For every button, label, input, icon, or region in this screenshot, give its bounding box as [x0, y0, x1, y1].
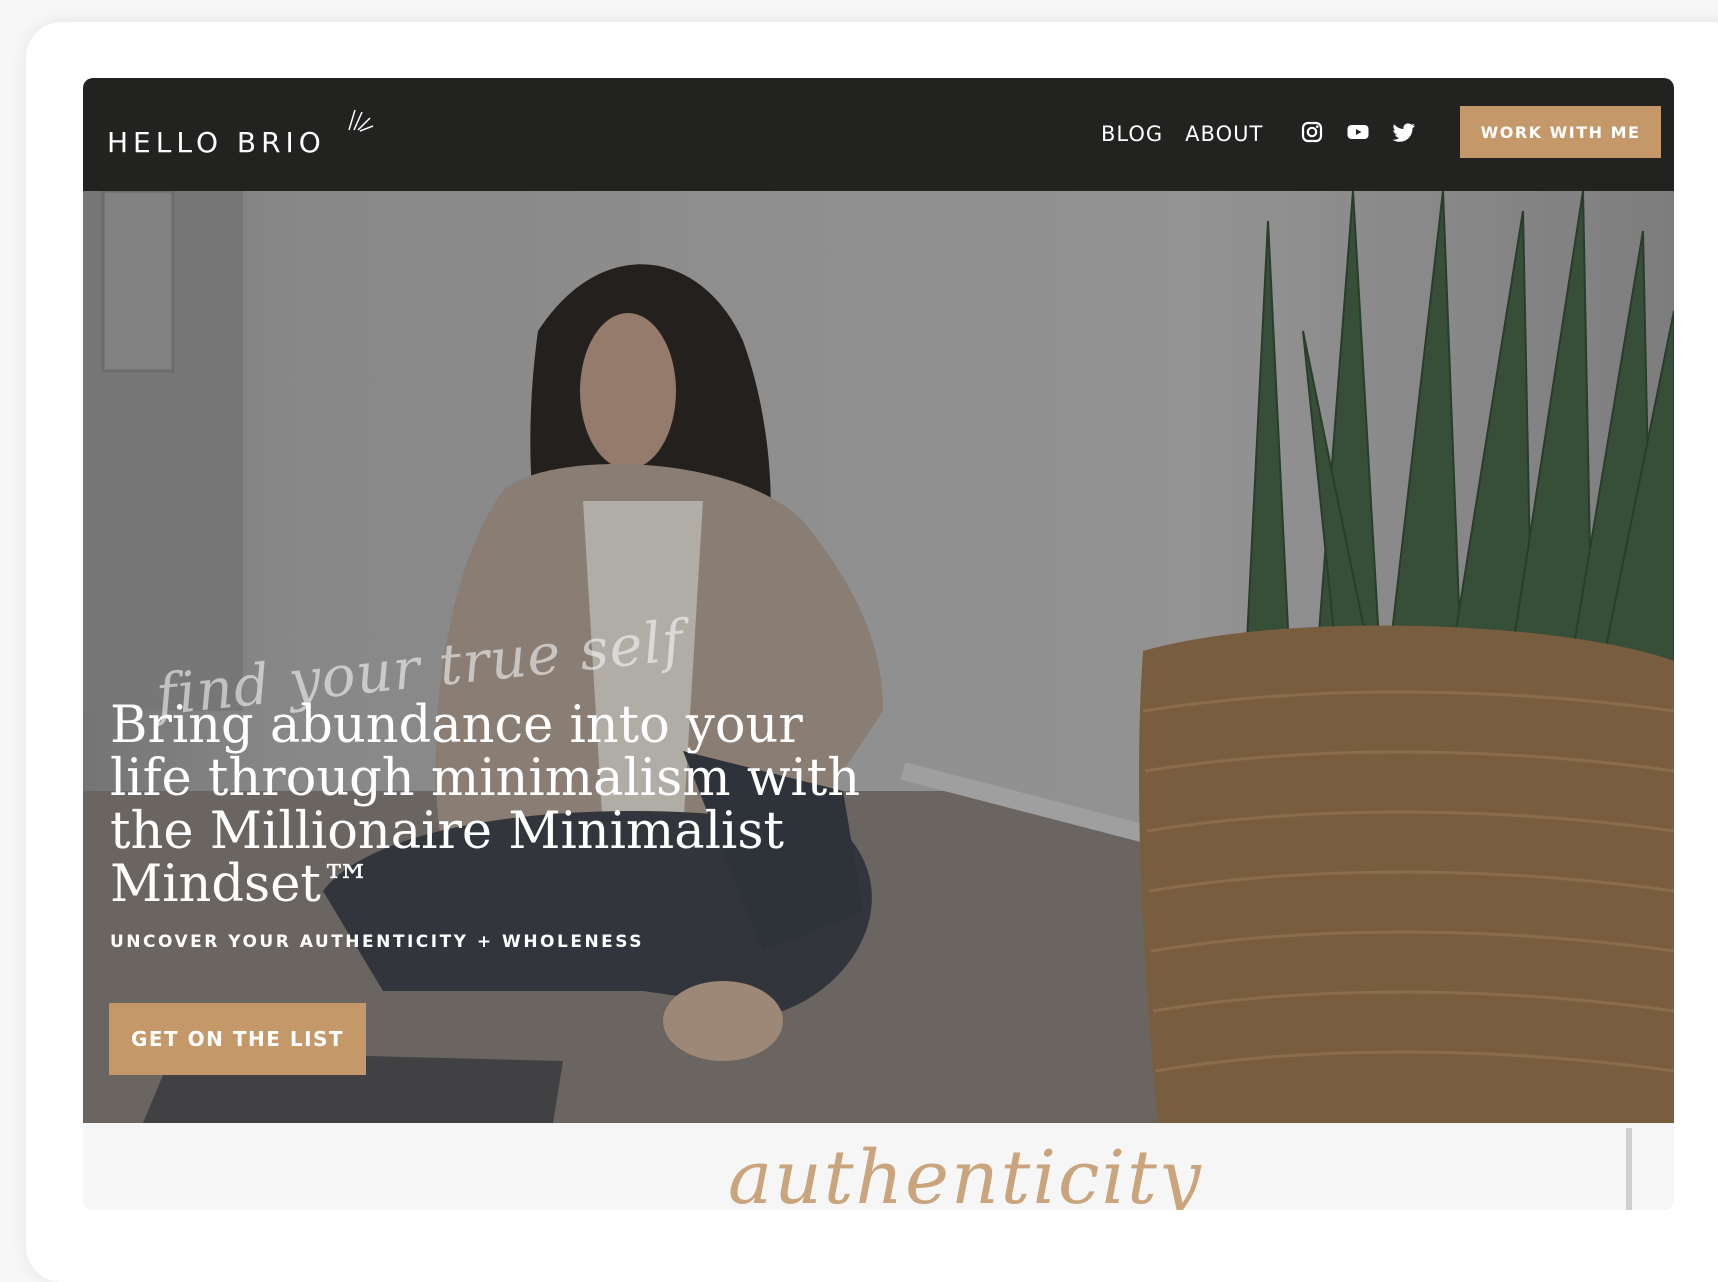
hero-headline: Bring abundance into your life through m…	[110, 696, 861, 914]
nav-link-about[interactable]: ABOUT	[1185, 122, 1263, 146]
youtube-icon[interactable]	[1346, 120, 1370, 144]
twitter-icon[interactable]	[1392, 120, 1416, 144]
scrollbar[interactable]	[1626, 1128, 1632, 1210]
instagram-icon[interactable]	[1300, 120, 1324, 144]
authenticity-script-heading: authenticity	[728, 1135, 1203, 1210]
social-icons	[1300, 120, 1416, 144]
sparkle-icon	[348, 109, 374, 132]
logo-text: HELLO BRIO	[107, 126, 326, 159]
nav-menu: BLOG ABOUT	[1101, 122, 1263, 146]
site-logo[interactable]: HELLO BRIO	[107, 109, 374, 159]
hero-section: find your true self Bring abundance into…	[83, 191, 1674, 1123]
nav-bar: HELLO BRIO BLOG ABOUT WORK WITH ME	[83, 78, 1674, 191]
nav-link-blog[interactable]: BLOG	[1101, 122, 1163, 146]
get-on-the-list-button[interactable]: GET ON THE LIST	[109, 1003, 366, 1075]
work-with-me-button[interactable]: WORK WITH ME	[1460, 106, 1661, 158]
website-viewport: HELLO BRIO BLOG ABOUT WORK WITH ME find …	[83, 78, 1674, 1210]
hero-subtitle: UNCOVER YOUR AUTHENTICITY + WHOLENESS	[110, 932, 645, 952]
below-fold-section: authenticity	[83, 1123, 1674, 1210]
